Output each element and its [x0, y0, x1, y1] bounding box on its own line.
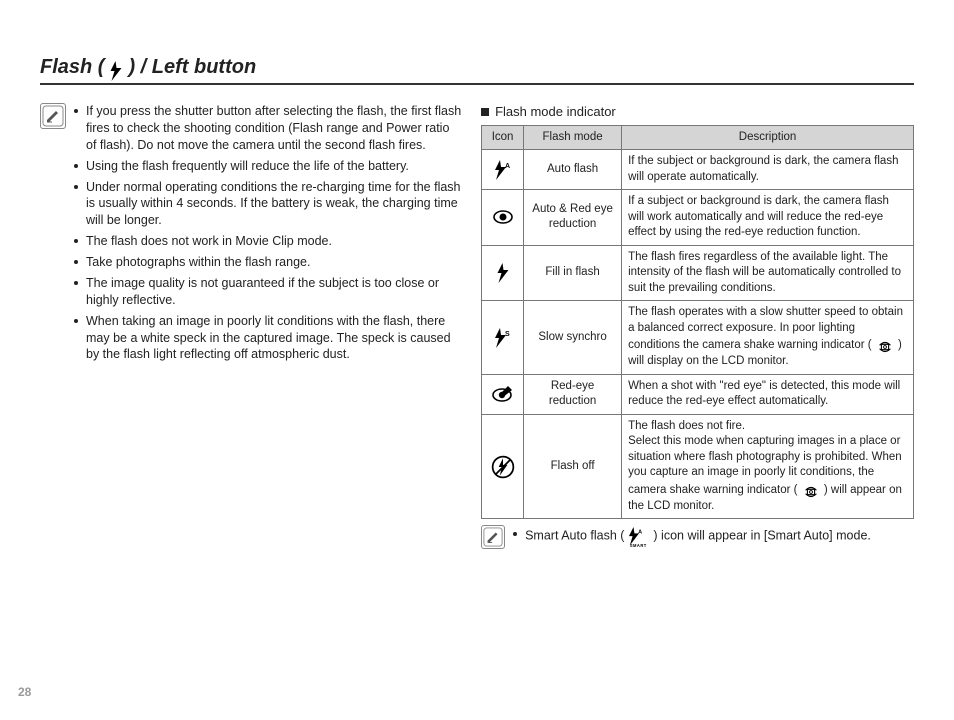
smart-auto-flash-icon	[628, 531, 653, 545]
pencil-note-icon	[40, 103, 66, 129]
table-row: Auto & Red eye reduction If a subject or…	[482, 190, 914, 246]
flash-icon	[108, 57, 124, 84]
table-row: Fill in flash The flash fires regardless…	[482, 245, 914, 301]
camera-shake-icon	[875, 341, 898, 353]
title-text-pre: Flash (	[40, 54, 104, 81]
page-title: Flash ( ) / Left button	[40, 54, 914, 81]
note-item: Take photographs within the flash range.	[74, 254, 463, 271]
note-item: Using the flash frequently will reduce t…	[74, 158, 463, 175]
camera-shake-icon	[801, 486, 824, 498]
desc-cell: If a subject or background is dark, the …	[622, 190, 914, 246]
desc-cell: When a shot with "red eye" is detected, …	[622, 374, 914, 414]
desc-cell: The flash operates with a slow shutter s…	[622, 301, 914, 375]
flash-mode-table: Icon Flash mode Description Auto flash I…	[481, 125, 914, 520]
note-item: When taking an image in poorly lit condi…	[74, 313, 463, 364]
table-row: Auto flash If the subject or background …	[482, 150, 914, 190]
mode-cell: Auto flash	[524, 150, 622, 190]
header-mode: Flash mode	[524, 125, 622, 150]
mode-cell: Red-eye reduction	[524, 374, 622, 414]
red-eye-reduction-icon	[482, 374, 524, 414]
slow-synchro-icon	[482, 301, 524, 375]
table-row: Flash off The flash does not fire. Selec…	[482, 414, 914, 519]
table-row: Slow synchro The flash operates with a s…	[482, 301, 914, 375]
header-desc: Description	[622, 125, 914, 150]
indicator-heading: Flash mode indicator	[481, 103, 914, 121]
note-item: The image quality is not guaranteed if t…	[74, 275, 463, 309]
footnote-list: Smart Auto flash ( ) icon will appear in…	[513, 525, 871, 551]
flash-off-icon	[482, 414, 524, 519]
desc-cell: If the subject or background is dark, th…	[622, 150, 914, 190]
mode-cell: Fill in flash	[524, 245, 622, 301]
note-item: If you press the shutter button after se…	[74, 103, 463, 154]
note-item: Under normal operating conditions the re…	[74, 179, 463, 230]
table-header-row: Icon Flash mode Description	[482, 125, 914, 150]
page-number: 28	[18, 684, 31, 700]
note-item: The flash does not work in Movie Clip mo…	[74, 233, 463, 250]
mode-cell: Slow synchro	[524, 301, 622, 375]
indicator-column: Flash mode indicator Icon Flash mode Des…	[481, 103, 914, 551]
manual-page: Flash ( ) / Left button If you press the…	[0, 0, 954, 720]
red-eye-icon	[482, 190, 524, 246]
pencil-note-icon	[481, 525, 505, 549]
desc-cell: The flash does not fire. Select this mod…	[622, 414, 914, 519]
notes-column: If you press the shutter button after se…	[40, 103, 463, 367]
title-text-post: ) / Left button	[128, 54, 256, 81]
header-icon: Icon	[482, 125, 524, 150]
footnote-item: Smart Auto flash ( ) icon will appear in…	[513, 525, 871, 547]
square-bullet-icon	[481, 108, 489, 116]
desc-cell: The flash fires regardless of the availa…	[622, 245, 914, 301]
title-underline: Flash ( ) / Left button	[40, 54, 914, 85]
flash-icon	[482, 245, 524, 301]
footnote: Smart Auto flash ( ) icon will appear in…	[481, 525, 914, 551]
mode-cell: Auto & Red eye reduction	[524, 190, 622, 246]
table-row: Red-eye reduction When a shot with "red …	[482, 374, 914, 414]
notes-list: If you press the shutter button after se…	[74, 103, 463, 367]
mode-cell: Flash off	[524, 414, 622, 519]
flash-auto-icon	[482, 150, 524, 190]
